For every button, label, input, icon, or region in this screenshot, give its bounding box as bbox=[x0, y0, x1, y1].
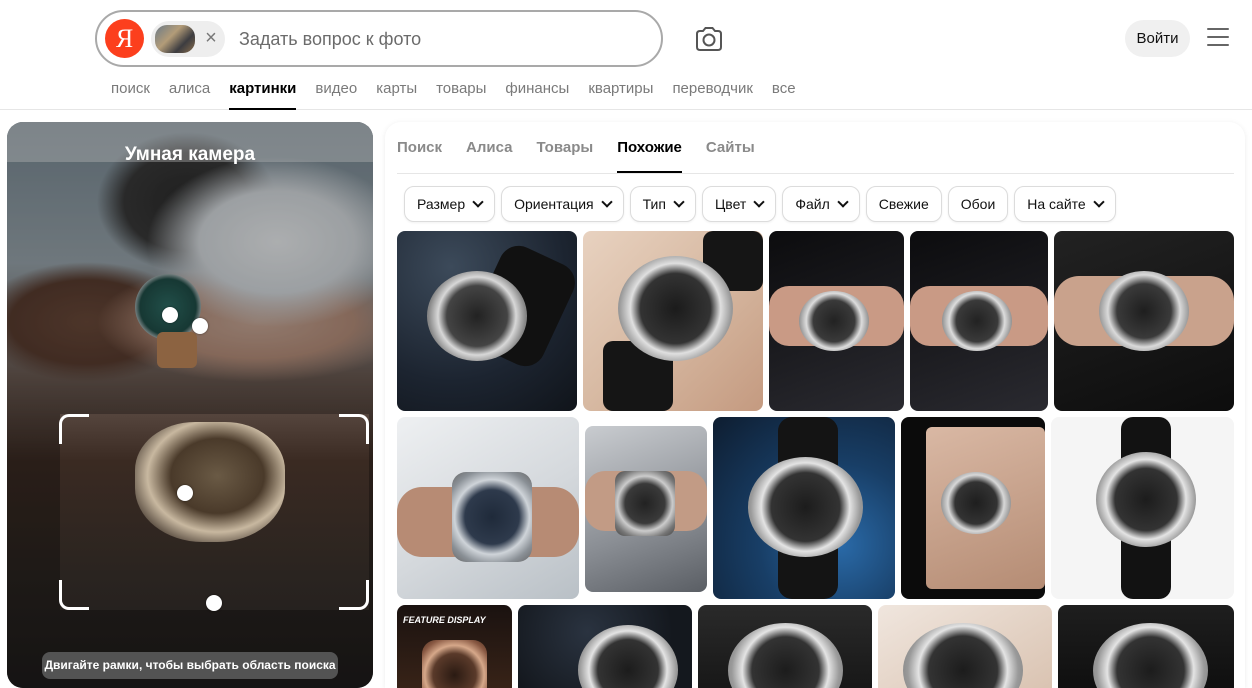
filter-label: На сайте bbox=[1027, 196, 1086, 212]
smart-camera-panel: Умная камера Двигайте рамки, чтобы выбра… bbox=[7, 122, 373, 688]
tab-alice[interactable]: Алиса bbox=[466, 122, 512, 173]
filter-bar: Размер Ориентация Тип Цвет Файл Свежие О… bbox=[404, 186, 1122, 222]
nav-item-alice[interactable]: алиса bbox=[169, 80, 210, 110]
filter-file[interactable]: Файл bbox=[782, 186, 860, 222]
crop-handle-bottom-left[interactable] bbox=[59, 580, 89, 610]
result-image[interactable] bbox=[769, 231, 904, 411]
chevron-down-icon bbox=[472, 195, 484, 208]
filter-orientation[interactable]: Ориентация bbox=[501, 186, 624, 222]
tab-search[interactable]: Поиск bbox=[397, 122, 442, 173]
tab-goods[interactable]: Товары bbox=[536, 122, 593, 173]
result-image[interactable] bbox=[713, 417, 895, 599]
photo-watch-main bbox=[135, 422, 285, 542]
dim-overlay-right bbox=[369, 414, 373, 610]
chevron-down-icon bbox=[837, 195, 849, 208]
nav-item-translate[interactable]: переводчик bbox=[672, 80, 752, 110]
remove-image-icon[interactable]: × bbox=[201, 25, 221, 53]
nav-item-finance[interactable]: финансы bbox=[505, 80, 569, 110]
chevron-down-icon bbox=[753, 195, 765, 208]
result-image[interactable] bbox=[1051, 417, 1234, 599]
object-dot[interactable] bbox=[192, 318, 208, 334]
nav-item-images[interactable]: картинки bbox=[229, 80, 297, 110]
filter-label: Тип bbox=[642, 196, 666, 212]
result-image[interactable] bbox=[583, 231, 763, 411]
filter-label: Файл bbox=[795, 196, 830, 212]
result-image[interactable] bbox=[518, 605, 692, 688]
result-image[interactable] bbox=[397, 417, 579, 599]
filter-label: Цвет bbox=[714, 196, 747, 212]
result-image[interactable]: FEATURE DISPLAY bbox=[397, 605, 512, 688]
search-input[interactable] bbox=[239, 24, 619, 54]
result-image[interactable] bbox=[585, 426, 707, 592]
result-image[interactable] bbox=[397, 231, 577, 411]
crop-handle-top-right[interactable] bbox=[339, 414, 369, 444]
tabs-divider bbox=[397, 173, 1234, 174]
nav-item-all[interactable]: все bbox=[772, 80, 796, 110]
search-box[interactable]: Я × bbox=[95, 10, 663, 67]
nav-item-goods[interactable]: товары bbox=[436, 80, 486, 110]
crop-hint: Двигайте рамки, чтобы выбрать область по… bbox=[42, 652, 338, 679]
filter-wallpapers[interactable]: Обои bbox=[947, 186, 1009, 222]
chevron-down-icon bbox=[1093, 195, 1105, 208]
dim-overlay bbox=[7, 162, 373, 414]
result-image[interactable] bbox=[698, 605, 872, 688]
menu-icon[interactable] bbox=[1207, 28, 1229, 48]
login-button[interactable]: Войти bbox=[1125, 20, 1190, 57]
results-tabs: Поиск Алиса Товары Похожие Сайты bbox=[397, 122, 779, 173]
yandex-logo[interactable]: Я bbox=[105, 19, 144, 58]
filter-on-site[interactable]: На сайте bbox=[1014, 186, 1116, 222]
nav-item-realty[interactable]: квартиры bbox=[588, 80, 653, 110]
filter-label: Обои bbox=[960, 196, 996, 212]
object-dot[interactable] bbox=[162, 307, 178, 323]
dim-overlay-left bbox=[7, 414, 60, 610]
crop-handle-top-left[interactable] bbox=[59, 414, 89, 444]
filter-color[interactable]: Цвет bbox=[701, 186, 777, 222]
result-image[interactable] bbox=[1054, 231, 1234, 411]
service-nav: поиск алиса картинки видео карты товары … bbox=[111, 80, 815, 110]
nav-item-video[interactable]: видео bbox=[315, 80, 357, 110]
result-image[interactable] bbox=[1058, 605, 1234, 688]
crop-handle-bottom-right[interactable] bbox=[339, 580, 369, 610]
filter-label: Свежие bbox=[878, 196, 929, 212]
filter-label: Ориентация bbox=[514, 196, 594, 212]
query-image-thumbnail bbox=[155, 25, 195, 53]
smart-camera-title: Умная камера bbox=[124, 144, 256, 165]
query-image-chip[interactable]: × bbox=[151, 21, 225, 57]
nav-item-search[interactable]: поиск bbox=[111, 80, 150, 110]
chevron-down-icon bbox=[600, 195, 613, 208]
results-panel: Поиск Алиса Товары Похожие Сайты Размер … bbox=[385, 122, 1245, 688]
filter-label: Размер bbox=[417, 196, 466, 212]
object-dot[interactable] bbox=[206, 595, 222, 611]
feature-display-label: FEATURE DISPLAY bbox=[403, 615, 486, 625]
filter-type[interactable]: Тип bbox=[629, 186, 696, 222]
object-dot[interactable] bbox=[177, 485, 193, 501]
tab-similar[interactable]: Похожие bbox=[617, 122, 682, 173]
filter-size[interactable]: Размер bbox=[404, 186, 496, 222]
camera-icon[interactable] bbox=[692, 24, 726, 54]
result-image[interactable] bbox=[901, 417, 1045, 599]
chevron-down-icon bbox=[673, 195, 685, 208]
filter-fresh[interactable]: Свежие bbox=[865, 186, 942, 222]
header: Я × Войти поиск алиса картинки видео кар… bbox=[0, 0, 1252, 110]
tab-sites[interactable]: Сайты bbox=[706, 122, 755, 173]
nav-item-maps[interactable]: карты bbox=[376, 80, 417, 110]
result-image[interactable] bbox=[910, 231, 1048, 411]
result-image[interactable] bbox=[878, 605, 1052, 688]
